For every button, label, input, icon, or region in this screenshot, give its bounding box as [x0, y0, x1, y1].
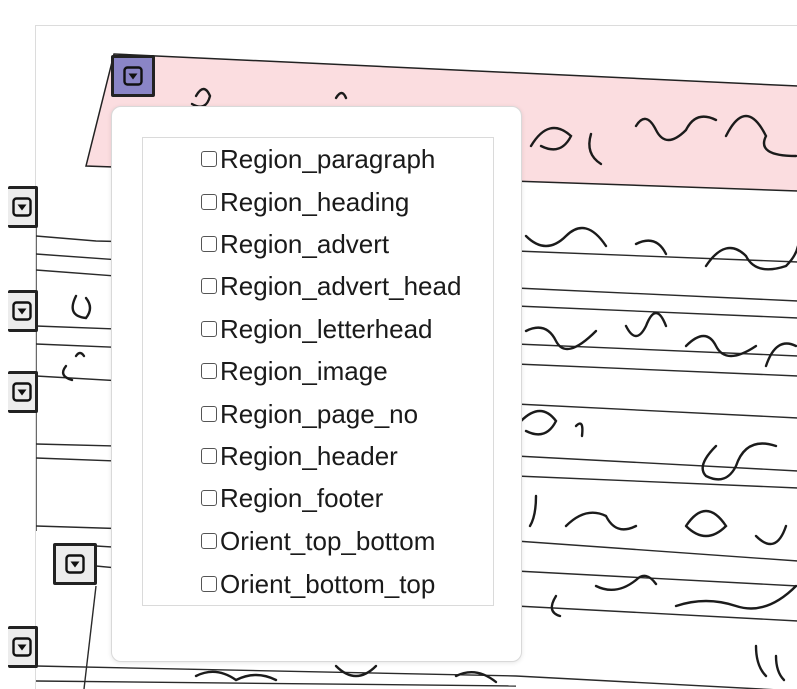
region-letterhead-checkbox[interactable]	[201, 321, 217, 337]
region-footer-checkbox[interactable]	[201, 490, 217, 506]
option-region-heading[interactable]: Region_heading	[201, 182, 409, 222]
dropdown-arrow-box-icon	[123, 66, 143, 86]
region-heading-checkbox[interactable]	[201, 194, 217, 210]
region-advert-checkbox[interactable]	[201, 236, 217, 252]
region-toggle-button-active[interactable]	[111, 55, 155, 97]
option-orient-top-bottom[interactable]: Orient_top_bottom	[201, 521, 435, 561]
option-label: Region_advert	[220, 228, 390, 259]
option-label: Region_advert_head	[220, 270, 462, 301]
region-toggle-button[interactable]	[8, 371, 38, 413]
option-region-paragraph[interactable]: Region_paragraph	[201, 139, 435, 179]
option-orient-bottom-top[interactable]: Orient_bottom_top	[201, 564, 435, 604]
region-toggle-button[interactable]	[8, 186, 38, 228]
option-label: Region_paragraph	[220, 143, 436, 174]
dropdown-arrow-box-icon	[11, 382, 32, 402]
region-image-checkbox[interactable]	[201, 363, 217, 379]
orient-top-bottom-checkbox[interactable]	[201, 533, 217, 549]
option-region-letterhead[interactable]: Region_letterhead	[201, 309, 433, 349]
option-label: Region_page_no	[220, 398, 419, 429]
option-label: Region_image	[220, 355, 388, 386]
option-region-footer[interactable]: Region_footer	[201, 478, 383, 518]
region-toggle-button[interactable]	[53, 543, 97, 585]
dropdown-arrow-box-icon	[65, 554, 85, 574]
dropdown-arrow-box-icon	[11, 197, 32, 217]
option-region-advert[interactable]: Region_advert	[201, 224, 389, 264]
region-advert-head-checkbox[interactable]	[201, 278, 217, 294]
region-header-checkbox[interactable]	[201, 448, 217, 464]
option-region-advert-head[interactable]: Region_advert_head	[201, 266, 461, 306]
option-region-page-no[interactable]: Region_page_no	[201, 394, 418, 434]
region-paragraph-checkbox[interactable]	[201, 151, 217, 167]
region-type-popup: Region_paragraph Region_heading Region_a…	[111, 106, 522, 662]
option-region-header[interactable]: Region_header	[201, 436, 398, 476]
option-label: Region_footer	[220, 482, 384, 513]
option-label: Region_letterhead	[220, 313, 433, 344]
region-type-options-list: Region_paragraph Region_heading Region_a…	[142, 137, 494, 606]
dropdown-arrow-box-icon	[11, 301, 32, 321]
option-label: Region_header	[220, 440, 398, 471]
region-toggle-button[interactable]	[8, 290, 38, 332]
option-label: Orient_bottom_top	[220, 568, 436, 599]
option-label: Region_heading	[220, 186, 410, 217]
dropdown-arrow-box-icon	[11, 637, 32, 657]
region-page-no-checkbox[interactable]	[201, 406, 217, 422]
orient-bottom-top-checkbox[interactable]	[201, 576, 217, 592]
option-region-image[interactable]: Region_image	[201, 351, 388, 391]
region-toggle-button[interactable]	[8, 626, 38, 668]
option-label: Orient_top_bottom	[220, 525, 436, 556]
